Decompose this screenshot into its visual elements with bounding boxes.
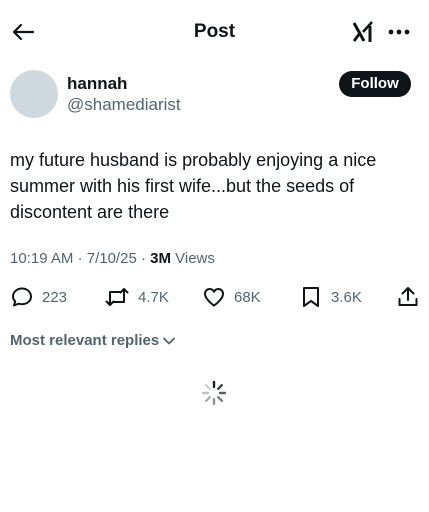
header: Post — [0, 0, 429, 64]
reply-button[interactable]: 223 — [10, 284, 67, 310]
avatar[interactable] — [10, 70, 58, 118]
share-button[interactable] — [396, 284, 420, 310]
action-bar: 223 4.7K 68K 3.6K — [0, 284, 429, 310]
follow-button[interactable]: Follow — [339, 71, 411, 97]
more-button[interactable] — [384, 18, 414, 46]
like-button[interactable]: 68K — [202, 284, 261, 310]
reply-icon — [12, 287, 32, 307]
meta-separator: · — [140, 250, 146, 267]
meta-separator: · — [77, 250, 83, 267]
bookmark-button[interactable]: 3.6K — [299, 284, 362, 310]
like-count: 68K — [234, 288, 261, 306]
repost-count: 4.7K — [138, 288, 169, 306]
repost-icon — [105, 288, 129, 306]
repost-button[interactable]: 4.7K — [104, 284, 169, 310]
loading-spinner-icon — [201, 380, 227, 406]
chevron-down-icon — [163, 337, 176, 345]
bookmark-count: 3.6K — [331, 288, 362, 306]
post-meta: 10:19 AM · 7/10/25 · 3M Views — [10, 249, 215, 269]
views-label: Views — [175, 250, 215, 267]
views-count: 3M — [150, 250, 171, 267]
author-handle[interactable]: @shamediarist — [67, 95, 181, 115]
grok-icon — [352, 21, 373, 42]
reply-count: 223 — [42, 288, 68, 306]
more-horizontal-icon — [388, 29, 410, 35]
post-date[interactable]: 7/10/25 — [87, 250, 137, 267]
bookmark-icon — [303, 287, 319, 307]
post-time[interactable]: 10:19 AM — [10, 250, 73, 267]
author-display-name[interactable]: hannah — [67, 74, 127, 94]
replies-sort-label: Most relevant replies — [10, 332, 160, 349]
post-text: my future husband is probably enjoying a… — [10, 150, 377, 222]
replies-sort-dropdown[interactable]: Most relevant replies — [10, 331, 176, 351]
share-icon — [398, 287, 418, 306]
grok-button[interactable] — [348, 18, 378, 46]
heart-icon — [204, 288, 224, 307]
